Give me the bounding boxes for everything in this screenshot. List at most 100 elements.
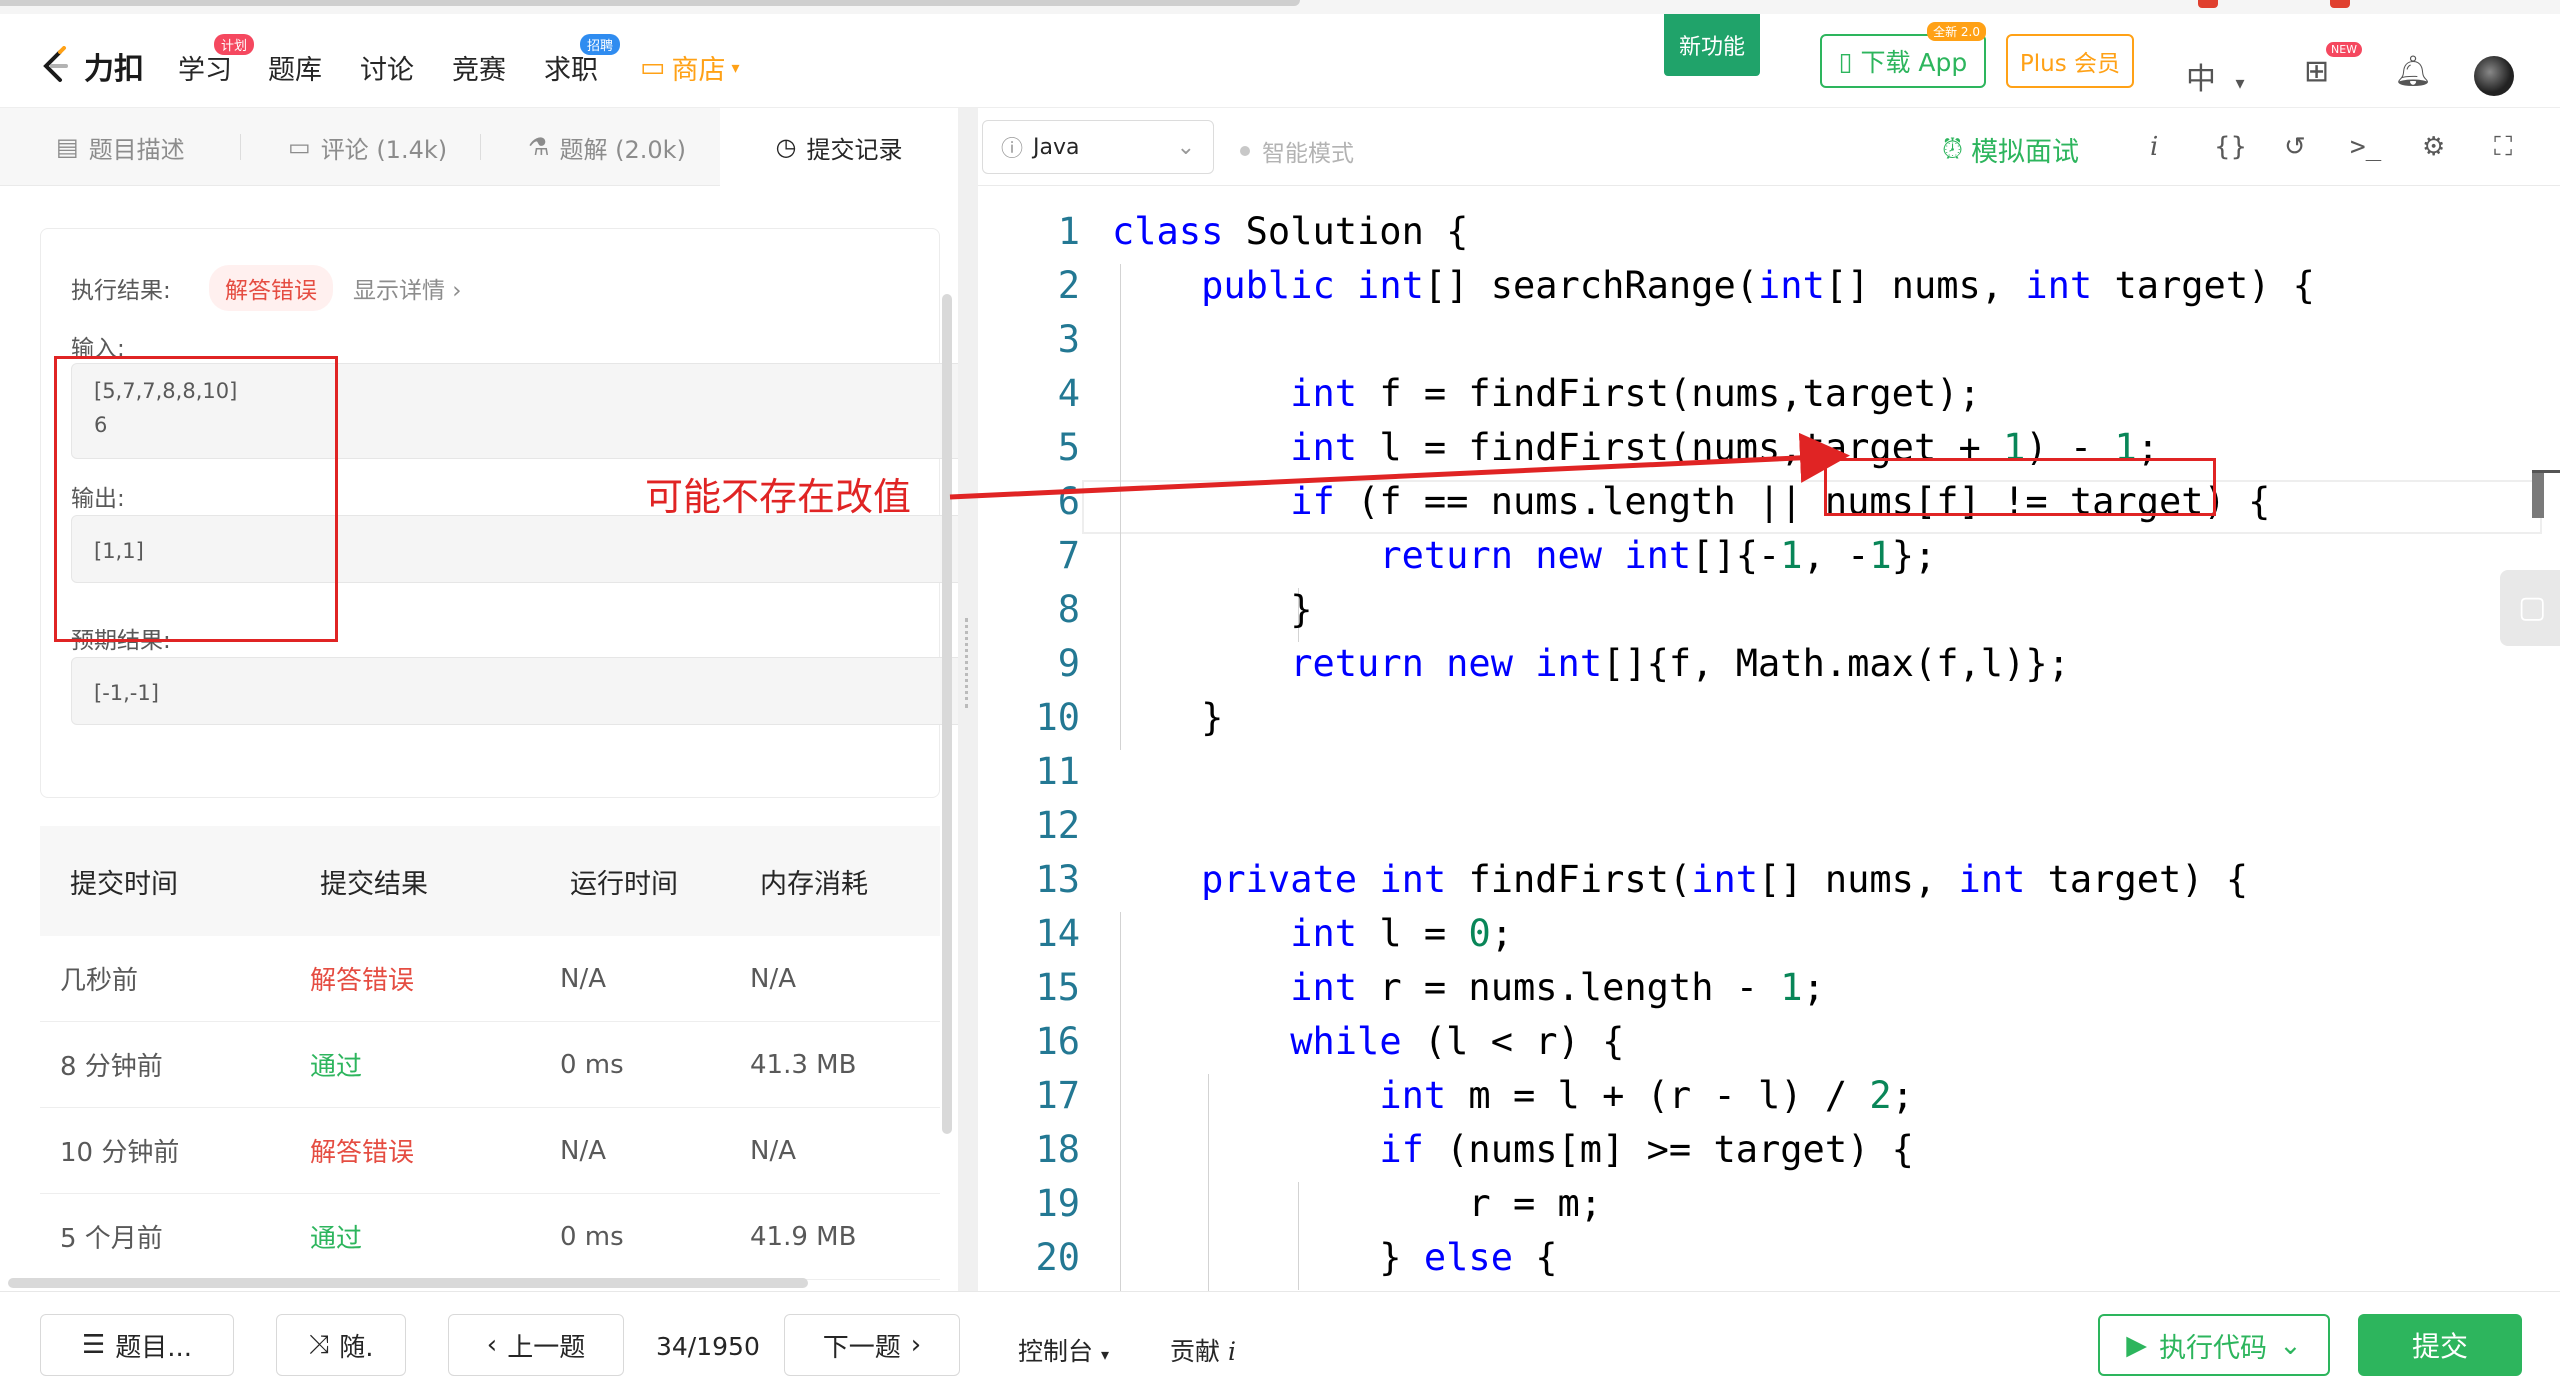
code-line[interactable]: 15 int r = nums.length - 1; <box>978 966 2560 1020</box>
nav-item-discuss[interactable]: 讨论 <box>360 48 414 87</box>
code-line[interactable]: 14 int l = 0; <box>978 912 2560 966</box>
chevron-right-icon: › <box>910 1330 922 1360</box>
table-row[interactable]: 几秒前 解答错误 N/A N/A <box>40 936 940 1022</box>
info-icon: ⓘ <box>1001 137 1024 162</box>
console-toggle[interactable]: 控制台 ▾ <box>1018 1332 1109 1368</box>
code-line[interactable]: 3 <box>978 318 2560 372</box>
editor-overview-marker <box>2532 470 2560 473</box>
code-line[interactable]: 16 while (l < r) { <box>978 1020 2560 1074</box>
notification-pip <box>2330 0 2350 8</box>
code-keyword: new <box>1446 642 1536 685</box>
logo[interactable]: 力扣 <box>36 44 144 88</box>
next-button[interactable]: 下一题 › <box>784 1314 960 1376</box>
fullscreen-icon[interactable]: ⛶ <box>2494 132 2512 163</box>
code-token: Solution { <box>1245 210 1469 253</box>
code-token: , - <box>1802 534 1870 577</box>
download-app-button[interactable]: ▯ 下载 App 全新 2.0 <box>1820 22 1986 88</box>
code-line[interactable]: 17 int m = l + (r - l) / 2; <box>978 1074 2560 1128</box>
nav-item-study[interactable]: 学习 计划 <box>178 34 254 87</box>
left-horizontal-scrollbar[interactable] <box>8 1278 808 1288</box>
code-line[interactable]: 12 <box>978 804 2560 858</box>
line-number: 3 <box>1057 318 1080 361</box>
bell-icon[interactable]: 🔔︎ <box>2394 54 2432 89</box>
code-line[interactable]: 11 <box>978 750 2560 804</box>
problem-list-button[interactable]: ☰ 题目... <box>40 1314 234 1376</box>
bottom-bar: ☰ 题目... ⤨ 随. ‹ 上一题 34/1950 下一题 › 控制台 ▾ 贡献 i … <box>0 1291 2560 1399</box>
code-token: []{- <box>1691 534 1781 577</box>
left-vertical-scrollbar[interactable] <box>942 294 952 1134</box>
table-row[interactable]: 10 分钟前 解答错误 N/A N/A <box>40 1108 940 1194</box>
code-token: findFirst( <box>1468 858 1692 901</box>
editor-scrollbar-thumb[interactable] <box>2532 472 2544 518</box>
random-button[interactable]: ⤨ 随. <box>276 1314 406 1376</box>
terminal-icon[interactable]: >_ <box>2350 132 2381 162</box>
language-select[interactable]: ⓘ Java ⌄ <box>982 120 1214 174</box>
code-line[interactable]: 9 return new int[]{f, Math.max(f,l)}; <box>978 642 2560 696</box>
code-line[interactable]: 7 return new int[]{-1, -1}; <box>978 534 2560 588</box>
code-keyword: int <box>1290 372 1380 415</box>
tab-solutions[interactable]: ⚗︎ 题解 (2.0k) <box>528 108 686 186</box>
code-line[interactable]: 1 class Solution { <box>978 210 2560 264</box>
code-keyword: int <box>1357 264 1424 307</box>
new-feature-button[interactable]: 新功能 <box>1664 14 1760 76</box>
code-line[interactable]: 2 public int[] searchRange(int[] nums, i… <box>978 264 2560 318</box>
panel-resize-handle[interactable] <box>958 108 978 1291</box>
smart-mode-toggle[interactable]: 智能模式 <box>1240 134 1354 168</box>
contribute-link[interactable]: 贡献 i <box>1170 1332 1236 1368</box>
show-detail-link[interactable]: 显示详情 › <box>353 271 462 305</box>
nav-item-store[interactable]: ▭ 商店 ▾ <box>640 48 740 87</box>
plus-member-button[interactable]: Plus 会员 <box>2006 34 2134 88</box>
browser-top-strip <box>0 0 2560 14</box>
code-keyword: while <box>1290 1020 1424 1063</box>
code-keyword: int <box>1958 858 2048 901</box>
code-keyword: int <box>2025 264 2115 307</box>
code-text: int f = findFirst(nums,target); <box>1112 372 1981 415</box>
code-line[interactable]: 5 int l = findFirst(nums,target + 1) - 1… <box>978 426 2560 480</box>
playground-icon[interactable]: ⊞ NEW <box>2304 42 2363 89</box>
language-switch[interactable]: 中 ▾ <box>2186 54 2245 98</box>
code-editor[interactable]: 1 class Solution {2 public int[] searchRa… <box>978 186 2560 1291</box>
tab-description[interactable]: ▤ 题目描述 <box>56 108 185 186</box>
code-token: l = <box>1379 912 1469 955</box>
avatar[interactable] <box>2474 56 2514 96</box>
code-token: r = nums.length - <box>1379 966 1781 1009</box>
line-number: 5 <box>1057 426 1080 469</box>
nav-item-contest[interactable]: 竞赛 <box>452 48 506 87</box>
code-line[interactable]: 4 int f = findFirst(nums,target); <box>978 372 2560 426</box>
run-code-button[interactable]: ▶ 执行代码 ⌄ <box>2098 1314 2330 1376</box>
submission-table: 提交时间 提交结果 运行时间 内存消耗 几秒前 解答错误 N/A N/A 8 分… <box>40 826 940 1280</box>
code-line[interactable]: 6 if (f == nums.length || nums[f] != tar… <box>978 480 2560 534</box>
mock-interview-button[interactable]: ⏰︎ 模拟面试 <box>1942 130 2079 169</box>
tab-divider <box>240 134 241 160</box>
table-row[interactable]: 5 个月前 通过 0 ms 41.9 MB <box>40 1194 940 1280</box>
prev-button[interactable]: ‹ 上一题 <box>448 1314 624 1376</box>
code-token: f = findFirst(nums,target); <box>1379 372 1981 415</box>
info-italic-icon[interactable]: i <box>2150 132 2158 162</box>
chevron-down-icon: ▾ <box>2235 73 2245 94</box>
line-number: 18 <box>1035 1128 1080 1171</box>
tab-submissions[interactable]: ◷ 提交记录 <box>720 108 958 186</box>
nav-item-jobs[interactable]: 求职 招聘 <box>544 34 620 87</box>
code-line[interactable]: 18 if (nums[m] >= target) { <box>978 1128 2560 1182</box>
code-number: 1 <box>1780 534 1803 577</box>
submit-button[interactable]: 提交 <box>2358 1314 2522 1376</box>
side-drawer-handle[interactable]: ▢ <box>2500 570 2560 646</box>
code-line[interactable]: 19 r = m; <box>978 1182 2560 1236</box>
tab-comments[interactable]: ▭ 评论 (1.4k) <box>288 108 447 186</box>
logo-text: 力扣 <box>84 52 144 87</box>
table-row[interactable]: 8 分钟前 通过 0 ms 41.3 MB <box>40 1022 940 1108</box>
reset-icon[interactable]: ↺ <box>2284 132 2306 162</box>
code-line[interactable]: 20 } else { <box>978 1236 2560 1290</box>
code-text: int m = l + (r - l) / 2; <box>1112 1074 1914 1117</box>
code-keyword: int <box>1290 426 1380 469</box>
shuffle-icon: ⤨ <box>308 1329 330 1360</box>
line-number: 11 <box>1035 750 1080 793</box>
code-line[interactable]: 10 } <box>978 696 2560 750</box>
code-line[interactable]: 8 } <box>978 588 2560 642</box>
settings-icon[interactable]: ⚙︎ <box>2422 132 2445 162</box>
code-line[interactable]: 13 private int findFirst(int[] nums, int… <box>978 858 2560 912</box>
nav-item-problems[interactable]: 题库 <box>268 48 322 87</box>
braces-icon[interactable]: {} <box>2214 132 2247 162</box>
